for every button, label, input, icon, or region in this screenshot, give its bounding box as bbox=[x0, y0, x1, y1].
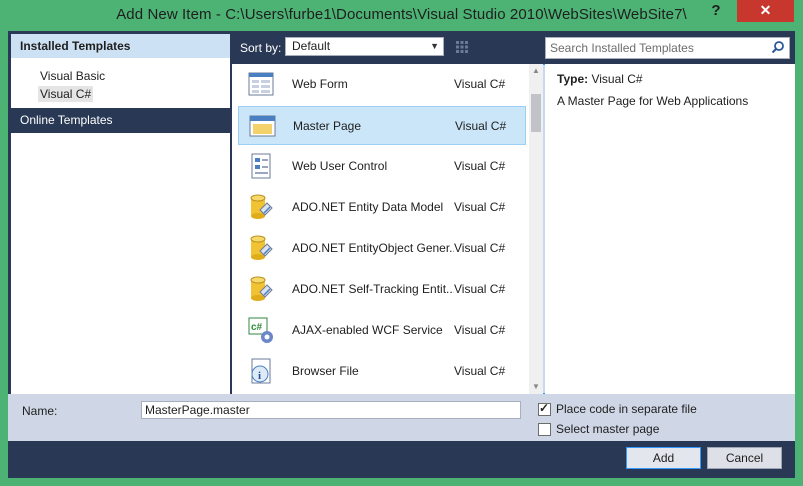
search-input[interactable]: Search Installed Templates bbox=[545, 37, 790, 59]
template-row[interactable]: i Browser File Visual C# bbox=[238, 352, 526, 391]
template-language: Visual C# bbox=[455, 119, 507, 133]
template-row[interactable]: ADO.NET EntityObject Gener... Visual C# bbox=[238, 229, 526, 268]
separate-file-label[interactable]: Place code in separate file bbox=[556, 402, 697, 416]
small-icons-view-icon bbox=[456, 41, 468, 53]
scroll-up-icon[interactable]: ▲ bbox=[529, 64, 543, 78]
template-row[interactable]: c# AJAX-enabled WCF Service Visual C# bbox=[238, 311, 526, 350]
scrollbar-thumb[interactable] bbox=[531, 94, 541, 132]
select-master-page-checkbox[interactable] bbox=[538, 423, 551, 436]
database-icon bbox=[246, 274, 276, 304]
master-page-icon bbox=[247, 111, 277, 141]
template-details-panel: Type: Visual C# A Master Page for Web Ap… bbox=[545, 64, 795, 394]
search-icon[interactable] bbox=[771, 40, 785, 54]
template-list-scrollbar[interactable]: ▲ ▼ bbox=[529, 64, 543, 394]
template-row[interactable]: ADO.NET Entity Data Model Visual C# bbox=[238, 188, 526, 227]
svg-text:i: i bbox=[258, 370, 261, 382]
template-name: Web Form bbox=[292, 77, 348, 91]
template-type: Type: Visual C# bbox=[557, 72, 643, 86]
template-name: Web User Control bbox=[292, 159, 388, 173]
template-name: ADO.NET Self-Tracking Entit... bbox=[292, 282, 454, 296]
category-visual-csharp[interactable]: Visual C# bbox=[38, 86, 94, 102]
csharp-service-icon: c# bbox=[246, 315, 276, 345]
template-list: Web Form Visual C# Master Page Visual C# Web… bbox=[232, 64, 543, 394]
template-language: Visual C# bbox=[454, 241, 506, 255]
add-button[interactable]: Add bbox=[626, 447, 701, 469]
template-description: A Master Page for Web Applications bbox=[557, 94, 749, 108]
search-placeholder: Search Installed Templates bbox=[550, 41, 694, 55]
small-icons-view-button[interactable] bbox=[453, 38, 471, 56]
browser-file-icon: i bbox=[246, 356, 276, 386]
type-value: Visual C# bbox=[591, 72, 643, 86]
select-master-page-label[interactable]: Select master page bbox=[556, 422, 659, 436]
user-control-icon bbox=[246, 151, 276, 181]
cancel-button[interactable]: Cancel bbox=[707, 447, 782, 469]
template-categories-panel: Installed Templates Visual Basic Visual … bbox=[11, 34, 230, 394]
installed-templates-header[interactable]: Installed Templates bbox=[11, 34, 230, 58]
template-language: Visual C# bbox=[454, 282, 506, 296]
scroll-down-icon[interactable]: ▼ bbox=[529, 380, 543, 394]
dialog-client: Installed Templates Visual Basic Visual … bbox=[8, 31, 795, 478]
svg-text:c#: c# bbox=[251, 322, 263, 333]
template-name: Browser File bbox=[292, 364, 359, 378]
template-language: Visual C# bbox=[454, 159, 506, 173]
separate-file-checkbox[interactable] bbox=[538, 401, 551, 416]
template-name: ADO.NET Entity Data Model bbox=[292, 200, 444, 214]
template-language: Visual C# bbox=[454, 323, 506, 337]
template-row[interactable]: Web User Control Visual C# bbox=[238, 147, 526, 186]
name-label: Name: bbox=[22, 404, 58, 418]
name-input[interactable]: MasterPage.master bbox=[141, 401, 521, 419]
sort-by-value: Default bbox=[292, 39, 331, 53]
title-bar: Add New Item - C:\Users\furbe1\Documents… bbox=[0, 0, 803, 31]
window-title: Add New Item - C:\Users\furbe1\Documents… bbox=[116, 6, 687, 23]
chevron-down-icon: ▼ bbox=[430, 41, 439, 51]
template-language: Visual C# bbox=[454, 200, 506, 214]
web-form-icon bbox=[246, 69, 276, 99]
template-row[interactable]: Master Page Visual C# bbox=[238, 106, 526, 145]
database-icon bbox=[246, 233, 276, 263]
sort-by-label: Sort by: bbox=[240, 41, 282, 55]
type-label: Type: bbox=[557, 72, 589, 86]
template-row[interactable]: ADO.NET Self-Tracking Entit... Visual C# bbox=[238, 270, 526, 309]
online-templates-header[interactable]: Online Templates bbox=[11, 108, 230, 133]
sort-by-dropdown[interactable]: Default ▼ bbox=[285, 37, 444, 56]
help-button[interactable]: ? bbox=[701, 2, 731, 22]
name-bar: Name: MasterPage.master Place code in se… bbox=[8, 394, 795, 441]
category-visual-basic[interactable]: Visual Basic bbox=[38, 68, 107, 84]
template-name: Master Page bbox=[293, 119, 362, 133]
template-name: ADO.NET EntityObject Gener... bbox=[292, 241, 454, 255]
database-icon bbox=[246, 192, 276, 222]
template-language: Visual C# bbox=[454, 364, 506, 378]
template-language: Visual C# bbox=[454, 77, 506, 91]
template-name: AJAX-enabled WCF Service bbox=[292, 323, 443, 337]
template-row[interactable]: Web Form Visual C# bbox=[238, 65, 526, 104]
close-button[interactable]: ✕ bbox=[737, 0, 794, 22]
